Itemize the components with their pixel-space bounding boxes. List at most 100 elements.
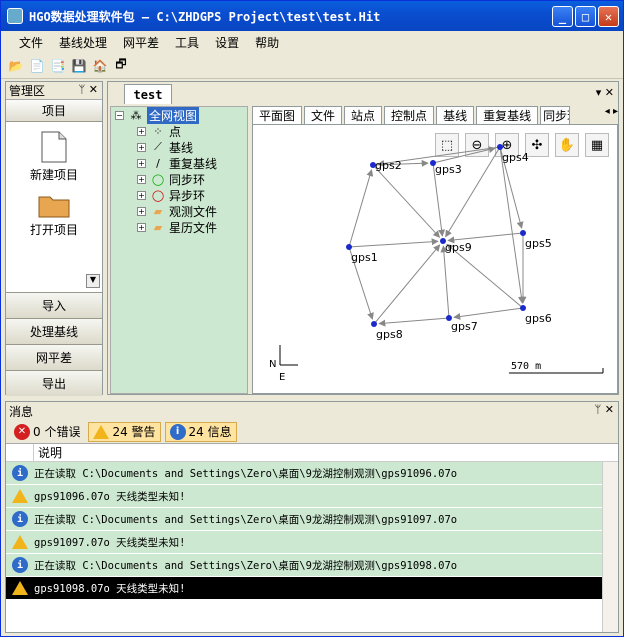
message-text: 正在读取 C:\Documents and Settings\Zero\桌面\9… <box>34 559 458 572</box>
home-icon[interactable]: 🏠 <box>91 57 109 75</box>
menu-settings[interactable]: 设置 <box>207 34 247 51</box>
baseline-gps4-gps9[interactable] <box>445 146 501 238</box>
tree-item-repeat-baseline[interactable]: + / 重复基线 <box>111 155 247 171</box>
management-panel: 管理区 ᛘ ✕ 项目 新建项目 打开项目 ▼ 导入 处理基线 网平差 导出 <box>5 81 103 396</box>
scroll-down-icon[interactable]: ▼ <box>86 274 100 288</box>
open-project-button[interactable]: 打开项目 <box>6 191 102 238</box>
adjustment-section[interactable]: 网平差 <box>6 344 102 370</box>
repeat-baseline-icon: / <box>156 156 160 170</box>
point-gps5[interactable] <box>520 230 526 236</box>
menu-tools[interactable]: 工具 <box>167 34 207 51</box>
import-section[interactable]: 导入 <box>6 292 102 318</box>
description-column[interactable]: 说明 <box>34 444 62 461</box>
point-gps1[interactable] <box>346 244 352 250</box>
expand-icon[interactable]: + <box>137 206 146 216</box>
close-icon[interactable]: ✕ <box>605 403 614 416</box>
scale-label: 570 m <box>511 361 541 372</box>
doc-tab-controls: ▾ ✕ <box>596 86 614 99</box>
baseline-gps6-gps7[interactable] <box>453 307 524 320</box>
message-list: i 正在读取 C:\Documents and Settings\Zero\桌面… <box>6 462 618 600</box>
expand-icon[interactable]: + <box>137 158 146 168</box>
menu-baseline[interactable]: 基线处理 <box>51 34 115 51</box>
open-folder-icon[interactable]: 📂 <box>7 57 25 75</box>
message-row[interactable]: i 正在读取 C:\Documents and Settings\Zero\桌面… <box>6 508 618 531</box>
baseline-gps7-gps9[interactable] <box>440 245 450 319</box>
menu-help[interactable]: 帮助 <box>247 34 287 51</box>
baseline-gps7-gps8[interactable] <box>378 317 450 327</box>
process-baseline-section[interactable]: 处理基线 <box>6 318 102 344</box>
info-icon: i <box>12 465 28 481</box>
collapse-icon[interactable]: − <box>115 110 124 120</box>
minimize-button[interactable]: _ <box>552 6 573 27</box>
baseline-gps2-gps9[interactable] <box>372 164 441 238</box>
tab-station[interactable]: 站点 <box>344 106 383 124</box>
message-row[interactable]: gps91098.07o 天线类型未知! <box>6 577 618 600</box>
scale-bar: 570 m <box>509 361 604 374</box>
tab-file[interactable]: 文件 <box>304 106 343 124</box>
project-header-button[interactable]: 项目 <box>6 100 102 122</box>
message-scrollbar[interactable] <box>602 462 618 632</box>
title-bar: HGO数据处理软件包 — C:\ZHDGPS Project\test\test… <box>1 1 623 31</box>
point-label-gps9: gps9 <box>445 241 472 254</box>
expand-icon[interactable]: + <box>137 190 146 200</box>
points-icon: ⁘ <box>153 124 163 138</box>
import-icon[interactable]: 📑 <box>49 57 67 75</box>
tab-sync-loop[interactable]: 同步环 <box>540 106 571 124</box>
tab-scroll-arrows[interactable]: ◂ ▸ <box>604 106 618 117</box>
point-gps8[interactable] <box>371 321 377 327</box>
pin-icon[interactable]: ᛘ <box>79 83 86 96</box>
tree-item-async-loop[interactable]: + ◯ 异步环 <box>111 187 247 203</box>
new-project-button[interactable]: 新建项目 <box>6 130 102 183</box>
point-label-gps4: gps4 <box>502 151 529 164</box>
baseline-gps5-gps9[interactable] <box>447 232 524 244</box>
expand-icon[interactable]: + <box>137 174 146 184</box>
point-label-gps6: gps6 <box>525 312 552 325</box>
baseline-gps1-gps9[interactable] <box>348 238 439 248</box>
warning-icon <box>93 424 110 439</box>
point-gps6[interactable] <box>520 305 526 311</box>
baseline-gps1-gps2[interactable] <box>348 169 374 248</box>
network-map[interactable]: gps1 gps2 gps3 gps4 gps5 gps6 gps7 gps8 gps9 N E… <box>253 125 617 393</box>
tree-item-baseline[interactable]: + ⟋ 基线 <box>111 139 247 155</box>
baseline-gps4-gps6[interactable] <box>499 146 525 304</box>
tab-control-point[interactable]: 控制点 <box>384 106 435 124</box>
warnings-filter-button[interactable]: 24 警告 <box>88 421 161 442</box>
expand-icon[interactable]: + <box>137 142 146 152</box>
tree-root[interactable]: − ⁂ 全网视图 <box>111 106 247 124</box>
point-label-gps1: gps1 <box>351 251 378 264</box>
pin-icon[interactable]: ᛘ <box>595 403 602 416</box>
close-button[interactable]: ✕ <box>598 6 619 27</box>
save-icon[interactable]: 💾 <box>70 57 88 75</box>
tree-item-sync-loop[interactable]: + ◯ 同步环 <box>111 171 247 187</box>
message-row[interactable]: gps91096.07o 天线类型未知! <box>6 485 618 508</box>
baseline-gps8-gps9[interactable] <box>373 244 441 325</box>
maximize-button[interactable]: □ <box>575 6 596 27</box>
view-tabs: 平面图 文件 站点 控制点 基线 重复基线 同步环 ◂ ▸ <box>252 106 618 124</box>
new-document-icon <box>41 131 67 163</box>
info-filter-button[interactable]: i 24 信息 <box>164 421 237 442</box>
error-icon: ✕ <box>14 423 30 440</box>
export-section[interactable]: 导出 <box>6 370 102 396</box>
message-row[interactable]: i 正在读取 C:\Documents and Settings\Zero\桌面… <box>6 462 618 485</box>
errors-filter-button[interactable]: ✕ 0 个错误 <box>10 422 84 442</box>
menu-adjustment[interactable]: 网平差 <box>115 34 167 51</box>
message-row[interactable]: gps91097.07o 天线类型未知! <box>6 531 618 554</box>
message-row[interactable]: i 正在读取 C:\Documents and Settings\Zero\桌面… <box>6 554 618 577</box>
new-project-label: 新建项目 <box>29 168 78 182</box>
expand-icon[interactable]: + <box>137 222 146 232</box>
window-icon[interactable]: 🗗 <box>112 57 130 75</box>
menu-file[interactable]: 文件 <box>11 34 51 51</box>
tree-item-ephemeris-files[interactable]: + ▰ 星历文件 <box>111 219 247 235</box>
tab-repeat-baseline[interactable]: 重复基线 <box>476 106 539 124</box>
point-gps4[interactable] <box>497 144 503 150</box>
expand-icon[interactable]: + <box>137 126 146 136</box>
doc-tab-test[interactable]: test <box>124 84 172 104</box>
tree-item-points[interactable]: + ⁘ 点 <box>111 123 247 139</box>
tab-plan[interactable]: 平面图 <box>252 106 303 124</box>
new-file-icon[interactable]: 📄 <box>28 57 46 75</box>
close-doc-icon[interactable]: ✕ <box>605 86 614 99</box>
tab-baseline[interactable]: 基线 <box>436 106 475 124</box>
dropdown-icon[interactable]: ▾ <box>596 86 602 99</box>
tree-item-obs-files[interactable]: + ▰ 观测文件 <box>111 203 247 219</box>
close-icon[interactable]: ✕ <box>89 83 98 96</box>
